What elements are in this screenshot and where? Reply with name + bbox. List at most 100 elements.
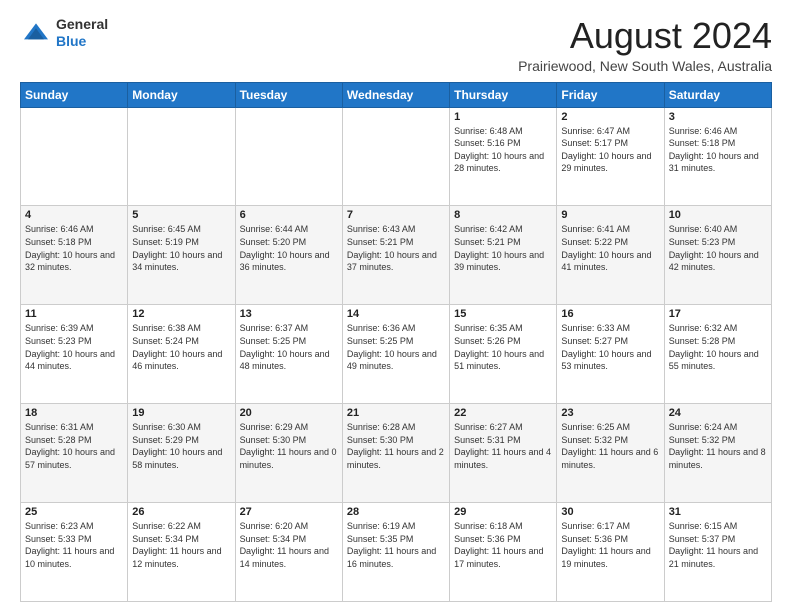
col-header-sunday: Sunday: [21, 82, 128, 107]
day-cell: 7Sunrise: 6:43 AMSunset: 5:21 PMDaylight…: [342, 206, 449, 305]
day-info: Sunrise: 6:29 AMSunset: 5:30 PMDaylight:…: [240, 421, 338, 471]
day-number: 12: [132, 308, 230, 320]
day-number: 8: [454, 209, 552, 221]
day-info: Sunrise: 6:47 AMSunset: 5:17 PMDaylight:…: [561, 125, 659, 175]
day-number: 24: [669, 407, 767, 419]
day-cell: 11 Sunrise: 6:39 AMSunset: 5:23 PMDayligh…: [21, 305, 128, 404]
day-number: 18: [25, 407, 123, 419]
logo-icon: [20, 17, 52, 49]
logo-text: General Blue: [56, 16, 108, 50]
day-number: 6: [240, 209, 338, 221]
day-number: 20: [240, 407, 338, 419]
day-info: Sunrise: 6:30 AMSunset: 5:29 PMDaylight:…: [132, 421, 230, 471]
day-number: 17: [669, 308, 767, 320]
day-number: 26: [132, 506, 230, 518]
day-info: Sunrise: 6:19 AMSunset: 5:35 PMDaylight:…: [347, 520, 445, 570]
day-number: 2: [561, 111, 659, 123]
day-cell: 2 Sunrise: 6:47 AMSunset: 5:17 PMDaylight…: [557, 107, 664, 206]
week-row-5: 25Sunrise: 6:23 AMSunset: 5:33 PMDayligh…: [21, 503, 772, 602]
month-year: August 2024: [518, 16, 772, 56]
week-row-4: 18 Sunrise: 6:31 AMSunset: 5:28 PMDayligh…: [21, 404, 772, 503]
col-header-saturday: Saturday: [664, 82, 771, 107]
day-number: 23: [561, 407, 659, 419]
day-number: 13: [240, 308, 338, 320]
day-info: Sunrise: 6:20 AMSunset: 5:34 PMDaylight:…: [240, 520, 338, 570]
day-info: Sunrise: 6:17 AMSunset: 5:36 PMDaylight:…: [561, 520, 659, 570]
day-info: Sunrise: 6:36 AMSunset: 5:25 PMDaylight:…: [347, 322, 445, 372]
day-cell: 5Sunrise: 6:45 AMSunset: 5:19 PMDaylight…: [128, 206, 235, 305]
day-info: Sunrise: 6:39 AMSunset: 5:23 PMDaylight:…: [25, 322, 123, 372]
col-header-tuesday: Tuesday: [235, 82, 342, 107]
day-info: Sunrise: 6:42 AMSunset: 5:21 PMDaylight:…: [454, 223, 552, 273]
day-cell: 29Sunrise: 6:18 AMSunset: 5:36 PMDayligh…: [450, 503, 557, 602]
day-info: Sunrise: 6:15 AMSunset: 5:37 PMDaylight:…: [669, 520, 767, 570]
day-cell: 14Sunrise: 6:36 AMSunset: 5:25 PMDayligh…: [342, 305, 449, 404]
week-row-2: 4 Sunrise: 6:46 AMSunset: 5:18 PMDaylight…: [21, 206, 772, 305]
calendar-header-row: SundayMondayTuesdayWednesdayThursdayFrid…: [21, 82, 772, 107]
day-number: 4: [25, 209, 123, 221]
day-number: 5: [132, 209, 230, 221]
day-cell: 21 Sunrise: 6:28 AMSunset: 5:30 PMDayligh…: [342, 404, 449, 503]
day-cell: 30 Sunrise: 6:17 AMSunset: 5:36 PMDayligh…: [557, 503, 664, 602]
day-cell: 15Sunrise: 6:35 AMSunset: 5:26 PMDayligh…: [450, 305, 557, 404]
day-number: 21: [347, 407, 445, 419]
day-info: Sunrise: 6:31 AMSunset: 5:28 PMDaylight:…: [25, 421, 123, 471]
week-row-1: 1Sunrise: 6:48 AMSunset: 5:16 PMDaylight…: [21, 107, 772, 206]
day-number: 30: [561, 506, 659, 518]
day-cell: 24 Sunrise: 6:24 AMSunset: 5:32 PMDayligh…: [664, 404, 771, 503]
logo: General Blue: [20, 16, 108, 50]
day-cell: 16Sunrise: 6:33 AMSunset: 5:27 PMDayligh…: [557, 305, 664, 404]
page: General Blue August 2024 Prairiewood, Ne…: [0, 0, 792, 612]
day-number: 25: [25, 506, 123, 518]
col-header-thursday: Thursday: [450, 82, 557, 107]
col-header-wednesday: Wednesday: [342, 82, 449, 107]
day-number: 28: [347, 506, 445, 518]
day-info: Sunrise: 6:40 AMSunset: 5:23 PMDaylight:…: [669, 223, 767, 273]
day-number: 19: [132, 407, 230, 419]
day-info: Sunrise: 6:22 AMSunset: 5:34 PMDaylight:…: [132, 520, 230, 570]
day-cell: 1Sunrise: 6:48 AMSunset: 5:16 PMDaylight…: [450, 107, 557, 206]
day-cell: 4 Sunrise: 6:46 AMSunset: 5:18 PMDaylight…: [21, 206, 128, 305]
day-info: Sunrise: 6:37 AMSunset: 5:25 PMDaylight:…: [240, 322, 338, 372]
day-cell: 25Sunrise: 6:23 AMSunset: 5:33 PMDayligh…: [21, 503, 128, 602]
day-number: 9: [561, 209, 659, 221]
day-info: Sunrise: 6:28 AMSunset: 5:30 PMDaylight:…: [347, 421, 445, 471]
day-info: Sunrise: 6:32 AMSunset: 5:28 PMDaylight:…: [669, 322, 767, 372]
day-number: 7: [347, 209, 445, 221]
day-cell: [21, 107, 128, 206]
day-number: 15: [454, 308, 552, 320]
week-row-3: 11 Sunrise: 6:39 AMSunset: 5:23 PMDayligh…: [21, 305, 772, 404]
day-info: Sunrise: 6:46 AMSunset: 5:18 PMDaylight:…: [25, 223, 123, 273]
day-cell: 20 Sunrise: 6:29 AMSunset: 5:30 PMDayligh…: [235, 404, 342, 503]
day-number: 10: [669, 209, 767, 221]
day-cell: 27Sunrise: 6:20 AMSunset: 5:34 PMDayligh…: [235, 503, 342, 602]
title-block: August 2024 Prairiewood, New South Wales…: [518, 16, 772, 74]
calendar-table: SundayMondayTuesdayWednesdayThursdayFrid…: [20, 82, 772, 602]
day-cell: 22Sunrise: 6:27 AMSunset: 5:31 PMDayligh…: [450, 404, 557, 503]
day-info: Sunrise: 6:44 AMSunset: 5:20 PMDaylight:…: [240, 223, 338, 273]
day-info: Sunrise: 6:24 AMSunset: 5:32 PMDaylight:…: [669, 421, 767, 471]
day-info: Sunrise: 6:25 AMSunset: 5:32 PMDaylight:…: [561, 421, 659, 471]
day-cell: [235, 107, 342, 206]
logo-blue: Blue: [56, 33, 86, 49]
day-cell: 17 Sunrise: 6:32 AMSunset: 5:28 PMDayligh…: [664, 305, 771, 404]
day-number: 29: [454, 506, 552, 518]
day-number: 22: [454, 407, 552, 419]
day-cell: 12Sunrise: 6:38 AMSunset: 5:24 PMDayligh…: [128, 305, 235, 404]
day-number: 1: [454, 111, 552, 123]
day-cell: 9 Sunrise: 6:41 AMSunset: 5:22 PMDaylight…: [557, 206, 664, 305]
day-cell: 23 Sunrise: 6:25 AMSunset: 5:32 PMDayligh…: [557, 404, 664, 503]
day-cell: 28 Sunrise: 6:19 AMSunset: 5:35 PMDayligh…: [342, 503, 449, 602]
day-number: 11: [25, 308, 123, 320]
day-cell: 13 Sunrise: 6:37 AMSunset: 5:25 PMDayligh…: [235, 305, 342, 404]
day-cell: 18 Sunrise: 6:31 AMSunset: 5:28 PMDayligh…: [21, 404, 128, 503]
day-info: Sunrise: 6:33 AMSunset: 5:27 PMDaylight:…: [561, 322, 659, 372]
day-cell: 6 Sunrise: 6:44 AMSunset: 5:20 PMDaylight…: [235, 206, 342, 305]
day-number: 31: [669, 506, 767, 518]
day-cell: 19 Sunrise: 6:30 AMSunset: 5:29 PMDayligh…: [128, 404, 235, 503]
day-cell: 31 Sunrise: 6:15 AMSunset: 5:37 PMDayligh…: [664, 503, 771, 602]
logo-general: General: [56, 16, 108, 32]
day-cell: 3Sunrise: 6:46 AMSunset: 5:18 PMDaylight…: [664, 107, 771, 206]
day-info: Sunrise: 6:41 AMSunset: 5:22 PMDaylight:…: [561, 223, 659, 273]
day-cell: [342, 107, 449, 206]
